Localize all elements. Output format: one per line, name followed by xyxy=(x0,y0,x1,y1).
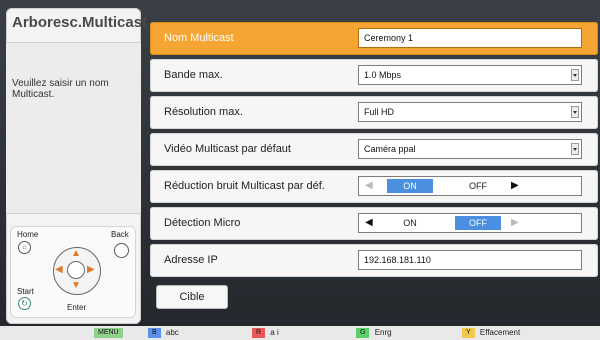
row-label: Nom Multicast xyxy=(164,32,234,44)
screen: Arboresc.Multicast Veuillez saisir un no… xyxy=(0,0,600,340)
bande-max-select[interactable]: 1.0 Mbps xyxy=(358,65,582,85)
enter-label: Enter xyxy=(67,303,87,312)
row-bande-max[interactable]: Bande max. 1.0 Mbps xyxy=(150,59,598,92)
panel-title: Arboresc.Multicast xyxy=(12,14,148,31)
chevron-down-icon[interactable] xyxy=(571,106,579,118)
back-icon xyxy=(114,243,129,258)
row-label: Détection Micro xyxy=(164,217,241,229)
row-label: Vidéo Multicast par défaut xyxy=(164,143,291,155)
key-menu[interactable]: MENU xyxy=(94,328,126,338)
row-label: Adresse IP xyxy=(164,254,218,266)
help-message: Veuillez saisir un nom Multicast. xyxy=(12,78,109,100)
row-label: Résolution max. xyxy=(164,106,243,118)
select-value: Full HD xyxy=(364,107,395,117)
detection-micro-toggle[interactable]: ◀ ON OFF ▶ xyxy=(358,213,582,233)
home-label: Home xyxy=(17,230,39,239)
row-label: Réduction bruit Multicast par déf. xyxy=(164,180,325,192)
toggle-off-option[interactable]: OFF xyxy=(455,216,501,230)
cible-button[interactable]: Cible xyxy=(156,285,228,309)
adresse-ip-input[interactable]: 192.168.181.110 xyxy=(358,250,582,270)
video-multicast-select[interactable]: Caméra ppal xyxy=(358,139,582,159)
toggle-off-option[interactable]: OFF xyxy=(455,179,501,193)
key-blue[interactable]: B abc xyxy=(148,328,179,338)
blue-key-label: abc xyxy=(165,328,179,337)
arrow-left-icon[interactable]: ◀ xyxy=(365,214,373,232)
chevron-down-icon[interactable] xyxy=(571,143,579,155)
yellow-key-badge: Y xyxy=(462,328,475,338)
select-value: Caméra ppal xyxy=(364,144,416,154)
start-icon: ↻ xyxy=(18,297,31,310)
row-reduction-bruit[interactable]: Réduction bruit Multicast par déf. ◀ ON … xyxy=(150,170,598,203)
nom-multicast-input[interactable]: Ceremony 1 xyxy=(358,28,582,48)
arrow-down-icon: ▼ xyxy=(71,280,81,291)
arrow-right-icon[interactable]: ▶ xyxy=(511,177,519,195)
row-nom-multicast[interactable]: Nom Multicast Ceremony 1 xyxy=(150,22,598,55)
arrow-left-icon: ◀ xyxy=(55,264,63,275)
left-panel: Arboresc.Multicast Veuillez saisir un no… xyxy=(6,8,147,324)
row-resolution-max[interactable]: Résolution max. Full HD xyxy=(150,96,598,129)
row-adresse-ip[interactable]: Adresse IP 192.168.181.110 xyxy=(150,244,598,277)
back-label: Back xyxy=(111,230,129,239)
row-video-multicast-defaut[interactable]: Vidéo Multicast par défaut Caméra ppal xyxy=(150,133,598,166)
menu-key-badge: MENU xyxy=(94,328,123,338)
row-detection-micro[interactable]: Détection Micro ◀ ON OFF ▶ xyxy=(150,207,598,240)
remote-control-guide: Home Back ⌂ ▲ ▼ ◀ ▶ Start ↻ Enter xyxy=(10,226,136,318)
arrow-right-icon: ▶ xyxy=(87,264,95,275)
toggle-on-option[interactable]: ON xyxy=(387,179,433,193)
red-key-label: a i xyxy=(270,328,279,337)
blue-key-badge: B xyxy=(148,328,161,338)
key-yellow[interactable]: Y Effacement xyxy=(462,328,520,338)
message-box xyxy=(6,42,141,214)
arrow-up-icon: ▲ xyxy=(71,248,81,259)
green-key-badge: G xyxy=(356,328,370,338)
home-icon: ⌂ xyxy=(18,241,31,254)
reduction-bruit-toggle[interactable]: ◀ ON OFF ▶ xyxy=(358,176,582,196)
select-value: 1.0 Mbps xyxy=(364,70,402,80)
arrow-left-icon[interactable]: ◀ xyxy=(365,177,373,195)
resolution-max-select[interactable]: Full HD xyxy=(358,102,582,122)
red-key-badge: R xyxy=(252,328,266,338)
toggle-on-option[interactable]: ON xyxy=(387,216,433,230)
key-green[interactable]: G Enrg xyxy=(356,328,392,338)
yellow-key-label: Effacement xyxy=(479,328,521,337)
start-label: Start xyxy=(17,287,34,296)
green-key-label: Enrg xyxy=(374,328,392,337)
bottom-key-bar: MENU B abc R a i G Enrg Y Effacement xyxy=(0,326,600,340)
row-label: Bande max. xyxy=(164,69,223,81)
enter-icon xyxy=(67,261,85,279)
key-red[interactable]: R a i xyxy=(252,328,279,338)
arrow-right-icon[interactable]: ▶ xyxy=(511,214,519,232)
chevron-down-icon[interactable] xyxy=(571,69,579,81)
